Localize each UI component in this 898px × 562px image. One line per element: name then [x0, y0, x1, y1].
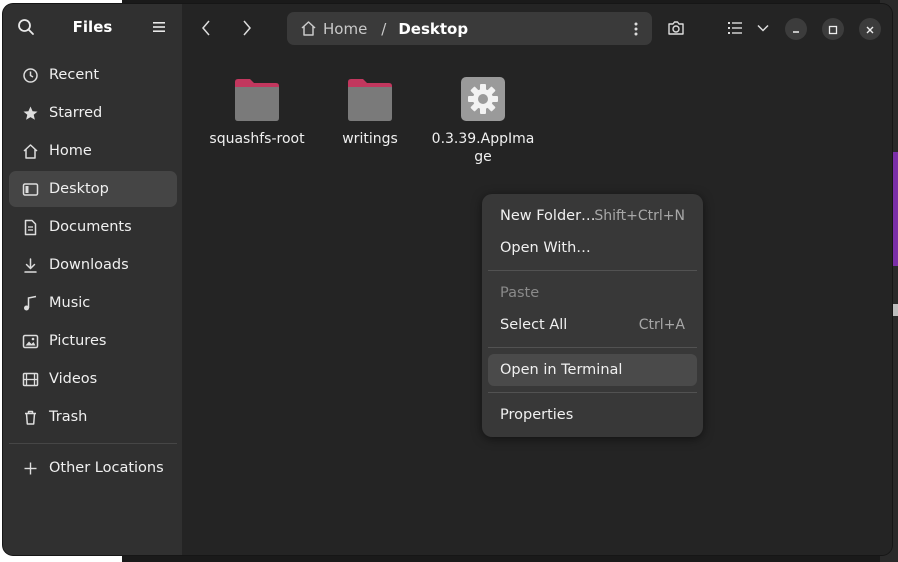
chevron-down-icon[interactable] — [755, 18, 771, 38]
search-location-icon[interactable] — [666, 18, 686, 38]
sidebar-item-pictures[interactable]: Pictures — [9, 323, 177, 359]
clock-icon — [21, 66, 39, 84]
hamburger-menu-icon[interactable] — [151, 19, 167, 35]
music-icon — [21, 294, 39, 312]
sidebar-item-other-locations[interactable]: Other Locations — [9, 450, 177, 486]
file-item[interactable]: writings — [315, 76, 425, 148]
menu-separator — [488, 392, 697, 393]
sidebar-item-documents[interactable]: Documents — [9, 209, 177, 245]
background-window-edge-grey — [892, 304, 898, 316]
maximize-button[interactable] — [822, 18, 844, 40]
executable-gear-icon — [458, 76, 508, 124]
sidebar-item-label: Trash — [49, 409, 88, 425]
main-content: Home / Desktop squashfs-root writings 0.… — [182, 4, 892, 555]
minimize-button[interactable] — [785, 18, 807, 40]
file-name: writings — [342, 131, 398, 147]
star-icon — [21, 104, 39, 122]
breadcrumb-home[interactable]: Home — [323, 20, 367, 38]
menu-item-label: Properties — [500, 407, 574, 423]
document-icon — [21, 218, 39, 236]
menu-item-open-with[interactable]: Open With… — [488, 232, 697, 264]
sidebar-item-downloads[interactable]: Downloads — [9, 247, 177, 283]
sidebar-divider — [9, 443, 177, 444]
path-bar[interactable]: Home / Desktop — [287, 12, 652, 45]
home-icon[interactable] — [300, 20, 317, 37]
file-name: 0.3.39.AppImage — [431, 131, 535, 165]
trash-icon — [21, 408, 39, 426]
menu-separator — [488, 347, 697, 348]
sidebar-item-label: Documents — [49, 219, 132, 235]
file-item[interactable]: squashfs-root — [202, 76, 312, 148]
list-view-icon[interactable] — [726, 18, 744, 38]
plus-icon — [21, 459, 39, 477]
path-menu-icon[interactable] — [634, 21, 638, 37]
sidebar-item-videos[interactable]: Videos — [9, 361, 177, 397]
minimize-icon — [791, 20, 801, 39]
sidebar-item-label: Home — [49, 143, 92, 159]
home-icon — [21, 142, 39, 160]
menu-item-paste: Paste — [488, 277, 697, 309]
back-button[interactable] — [195, 17, 217, 39]
folder-icon — [232, 76, 282, 124]
sidebar-item-home[interactable]: Home — [9, 133, 177, 169]
close-icon — [865, 20, 875, 39]
file-item[interactable]: 0.3.39.AppImage — [428, 76, 538, 166]
sidebar-item-label: Downloads — [49, 257, 129, 273]
menu-item-new-folder[interactable]: New Folder… Shift+Ctrl+N — [488, 200, 697, 232]
forward-button[interactable] — [236, 17, 258, 39]
sidebar: Files Recent Starred Home Desktop Docume… — [3, 4, 182, 555]
close-button[interactable] — [859, 18, 881, 40]
menu-item-label: Open in Terminal — [500, 362, 623, 378]
sidebar-item-label: Music — [49, 295, 91, 311]
background-window-edge — [892, 152, 898, 266]
sidebar-item-music[interactable]: Music — [9, 285, 177, 321]
sidebar-item-desktop[interactable]: Desktop — [9, 171, 177, 207]
sidebar-header: Files — [3, 4, 182, 51]
menu-item-open-in-terminal[interactable]: Open in Terminal — [488, 354, 697, 386]
menu-item-label: Open With… — [500, 240, 591, 256]
sidebar-item-label: Recent — [49, 67, 100, 83]
sidebar-item-recent[interactable]: Recent — [9, 57, 177, 93]
desktop-icon — [21, 180, 39, 198]
menu-item-select-all[interactable]: Select All Ctrl+A — [488, 309, 697, 341]
picture-icon — [21, 332, 39, 350]
breadcrumb-separator: / — [381, 19, 387, 38]
sidebar-item-label: Pictures — [49, 333, 107, 349]
sidebar-item-label: Desktop — [49, 181, 109, 197]
video-icon — [21, 370, 39, 388]
menu-item-label: Select All — [500, 317, 568, 333]
context-menu: New Folder… Shift+Ctrl+N Open With… Past… — [482, 194, 703, 437]
menu-separator — [488, 270, 697, 271]
maximize-icon — [828, 20, 838, 39]
sidebar-item-trash[interactable]: Trash — [9, 399, 177, 435]
folder-icon — [345, 76, 395, 124]
menu-item-shortcut: Ctrl+A — [638, 317, 685, 333]
file-name: squashfs-root — [209, 131, 305, 147]
sidebar-item-label: Videos — [49, 371, 98, 387]
download-icon — [21, 256, 39, 274]
menu-item-label: Paste — [500, 285, 540, 301]
menu-item-shortcut: Shift+Ctrl+N — [594, 208, 685, 224]
sidebar-item-label: Other Locations — [49, 460, 164, 476]
menu-item-label: New Folder… — [500, 208, 596, 224]
sidebar-item-starred[interactable]: Starred — [9, 95, 177, 131]
breadcrumb-current[interactable]: Desktop — [398, 20, 468, 38]
sidebar-item-label: Starred — [49, 105, 103, 121]
files-window: Files Recent Starred Home Desktop Docume… — [3, 4, 892, 555]
menu-item-properties[interactable]: Properties — [488, 399, 697, 431]
